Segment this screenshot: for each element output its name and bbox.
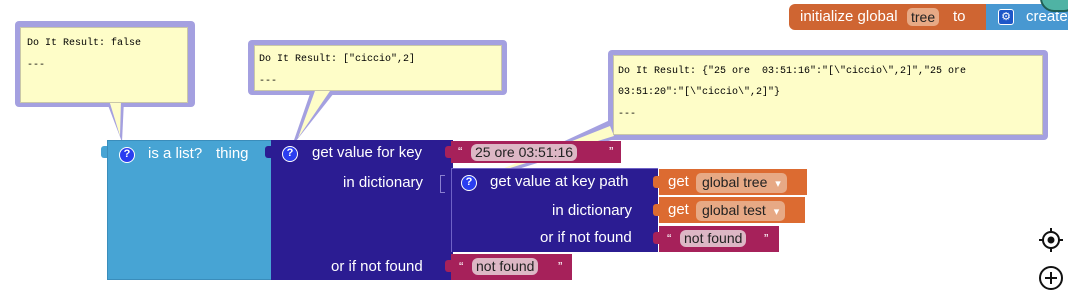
recenter-icon[interactable] (1038, 227, 1064, 253)
not-found-block[interactable]: “ not found ” (451, 254, 572, 280)
close-quote: ” (558, 259, 563, 274)
key-path-in-dictionary-label: in dictionary (552, 202, 633, 219)
keypath-result-line-2: 03:51:20":"[\"ciccio\",2]"} (618, 87, 781, 98)
islist-result-bubble: Do It Result: false --- (20, 27, 188, 103)
not-found-field[interactable]: not found (472, 258, 539, 275)
close-quote: ” (764, 231, 769, 246)
in-dictionary-label: in dictionary (343, 174, 424, 191)
key-path-not-found-block[interactable]: “ not found ” (659, 226, 779, 252)
key-text-field[interactable]: 25 ore 03:51:16 (471, 144, 578, 161)
islist-bubble-pointer (106, 100, 124, 142)
help-icon[interactable]: ? (282, 146, 298, 162)
key-text-connector (445, 146, 451, 158)
global-test-dropdown[interactable]: global test ▾ (696, 201, 786, 221)
thing-socket-label: thing (216, 145, 249, 162)
keypath-result-line-1: Do It Result: {"25 ore 03:51:16":"[\"cic… (618, 66, 967, 77)
get-global-tree-connector (653, 176, 659, 188)
init-prefix-label: initialize global (800, 8, 898, 25)
is-a-list-output-connector (101, 146, 107, 158)
help-icon[interactable]: ? (461, 175, 477, 191)
getvalue-divider-line: --- (259, 76, 278, 87)
get-label: get (668, 173, 689, 190)
not-found-connector (445, 260, 451, 272)
get-value-for-key-block[interactable]: ? get value for key in dictionary or if … (271, 140, 453, 280)
initialize-global-block[interactable]: initialize global tree to (789, 4, 989, 30)
islist-result-line: Do It Result: false (27, 38, 142, 49)
zoom-in-icon[interactable] (1038, 265, 1064, 291)
gear-icon[interactable]: ⚙ (998, 9, 1014, 25)
getvalue-result-line: Do It Result: ["ciccio",2] (259, 54, 416, 65)
get-value-at-key-path-block[interactable]: ? get value at key path in dictionary or… (451, 168, 658, 252)
islist-divider-line: --- (27, 60, 46, 71)
chevron-down-icon: ▾ (775, 178, 781, 190)
keypath-divider-line: --- (618, 109, 637, 120)
key-text-block[interactable]: “ 25 ore 03:51:16 ” (451, 141, 621, 163)
open-quote: “ (459, 259, 464, 274)
help-icon[interactable]: ? (119, 147, 135, 163)
init-to-label: to (953, 8, 966, 25)
getvalue-result-bubble: Do It Result: ["ciccio",2] --- (254, 45, 502, 91)
is-a-list-block[interactable]: ? is a list? thing (107, 140, 273, 280)
get-global-test-connector (653, 204, 659, 216)
key-path-or-if-not-found-label: or if not found (540, 229, 632, 246)
dictionary-socket-outline (440, 175, 445, 193)
get-global-test-block[interactable]: get global test ▾ (659, 197, 805, 223)
is-a-list-label: is a list? (148, 145, 203, 162)
close-quote: ” (609, 144, 614, 159)
key-path-not-found-connector (653, 232, 659, 244)
get-label: get (668, 201, 689, 218)
global-tree-value: global tree (702, 174, 768, 190)
global-name-field[interactable]: tree (907, 8, 940, 26)
key-path-not-found-field[interactable]: not found (680, 230, 747, 247)
keypath-result-bubble: Do It Result: {"25 ore 03:51:16":"[\"cic… (613, 55, 1043, 135)
get-value-output-connector (265, 146, 271, 158)
chevron-down-icon: ▾ (773, 206, 780, 218)
get-value-for-key-label: get value for key (312, 144, 423, 161)
global-tree-dropdown[interactable]: global tree ▾ (696, 173, 787, 193)
get-value-at-key-path-label: get value at key path (490, 173, 629, 190)
or-if-not-found-label: or if not found (331, 258, 423, 275)
global-test-value: global test (702, 202, 766, 218)
get-global-tree-block[interactable]: get global tree ▾ (659, 169, 807, 195)
open-quote: “ (667, 231, 672, 246)
open-quote: “ (458, 144, 463, 159)
